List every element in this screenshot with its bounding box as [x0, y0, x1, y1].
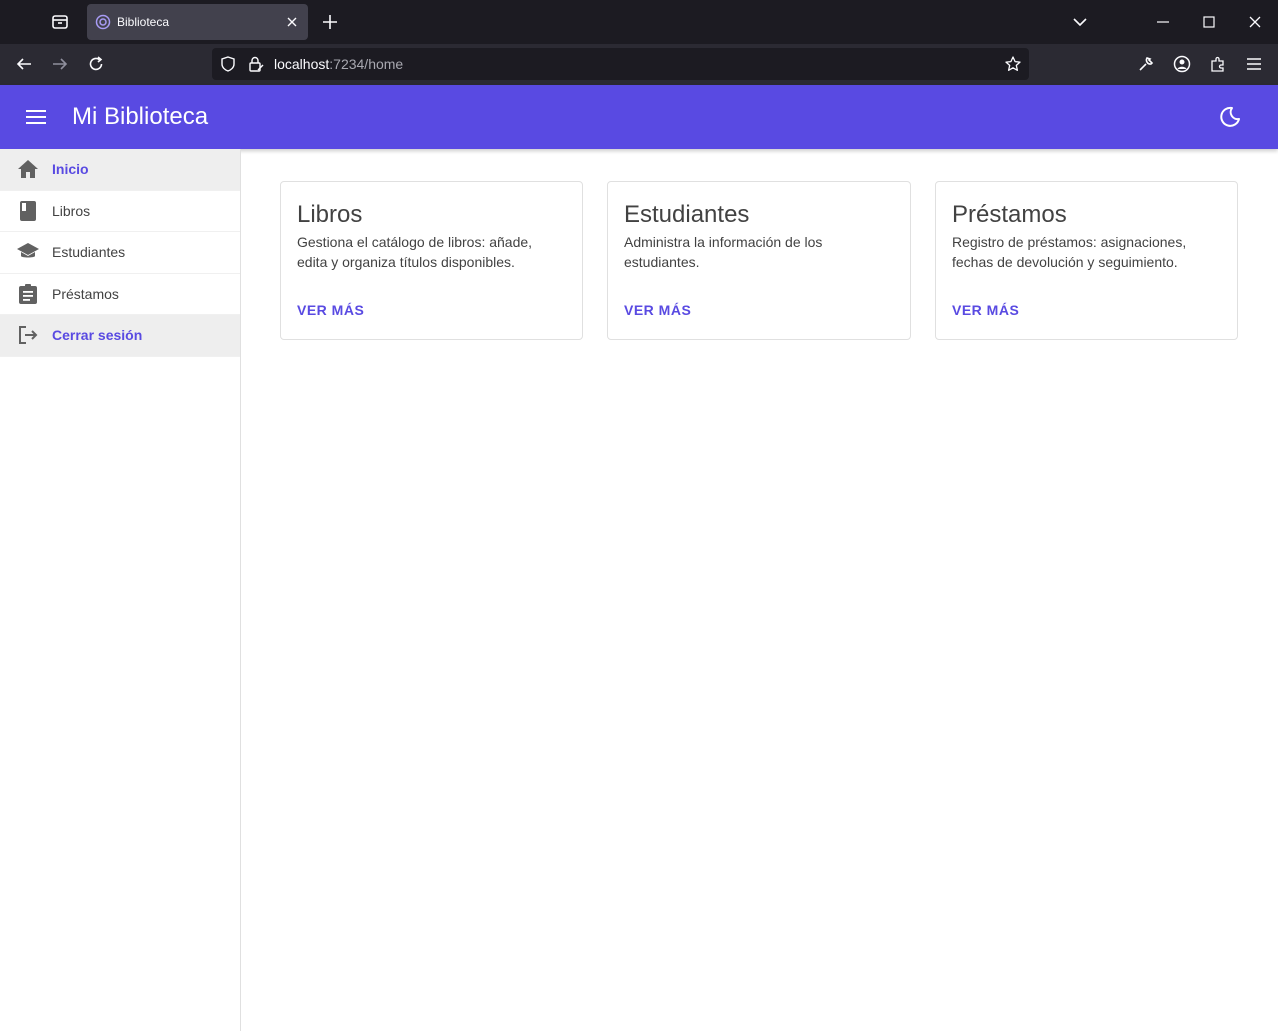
- card-estudiantes: Estudiantes Administra la información de…: [607, 181, 911, 340]
- clipboard-icon: [16, 282, 40, 306]
- forward-icon[interactable]: [44, 48, 76, 80]
- book-icon: [16, 199, 40, 223]
- minimize-icon[interactable]: [1140, 0, 1186, 44]
- home-icon: [16, 157, 40, 181]
- app-title: Mi Biblioteca: [72, 103, 209, 130]
- card-prestamos: Préstamos Registro de préstamos: asignac…: [935, 181, 1238, 340]
- back-icon[interactable]: [8, 48, 40, 80]
- wrench-icon[interactable]: [1130, 48, 1162, 80]
- lock-icon[interactable]: [242, 48, 270, 80]
- url-text[interactable]: localhost:7234/home: [274, 56, 997, 72]
- sidebar-item-label: Cerrar sesión: [52, 327, 143, 344]
- all-tabs-icon[interactable]: [44, 6, 76, 38]
- card-description: Registro de préstamos: asignaciones, fec…: [952, 234, 1187, 270]
- ver-mas-prestamos-button[interactable]: VER MÁS: [952, 302, 1019, 318]
- sidebar-item-libros[interactable]: Libros: [0, 191, 240, 232]
- sidebar-item-label: Préstamos: [52, 285, 119, 302]
- shield-icon[interactable]: [214, 48, 242, 80]
- account-icon[interactable]: [1166, 48, 1198, 80]
- sidebar-item-inicio[interactable]: Inicio: [0, 149, 240, 191]
- card-description: Gestiona el catálogo de libros: añade, e…: [297, 234, 533, 270]
- url-host: localhost: [274, 56, 330, 72]
- browser-tab[interactable]: Biblioteca: [87, 4, 308, 40]
- close-window-icon[interactable]: [1232, 0, 1278, 44]
- card-title: Estudiantes: [624, 201, 750, 228]
- card-title: Préstamos: [952, 201, 1067, 228]
- ver-mas-estudiantes-button[interactable]: VER MÁS: [624, 302, 691, 318]
- sidebar-item-label: Inicio: [52, 161, 89, 178]
- app-menu-icon[interactable]: [1238, 48, 1270, 80]
- maximize-icon[interactable]: [1186, 0, 1232, 44]
- address-bar[interactable]: localhost:7234/home: [212, 48, 1029, 80]
- card-title: Libros: [297, 201, 363, 228]
- app-bar: Mi Biblioteca: [0, 85, 1278, 149]
- sidebar-item-estudiantes[interactable]: Estudiantes: [0, 232, 240, 274]
- logout-icon: [16, 323, 40, 347]
- chevron-down-icon[interactable]: [1064, 6, 1096, 38]
- browser-tab-bar: Biblioteca: [0, 0, 1278, 44]
- bookmark-star-icon[interactable]: [997, 48, 1029, 80]
- sidebar-item-prestamos[interactable]: Préstamos: [0, 274, 240, 315]
- close-tab-icon[interactable]: [280, 10, 304, 34]
- card-description: Administra la información de los estudia…: [624, 234, 823, 270]
- url-path: :7234/home: [329, 56, 404, 72]
- sidebar-item-label: Estudiantes: [52, 244, 126, 261]
- sidebar: Inicio Libros Estudiantes Préstamos Cerr…: [0, 149, 241, 1031]
- reload-icon[interactable]: [80, 48, 112, 80]
- extensions-icon[interactable]: [1202, 48, 1234, 80]
- new-tab-icon[interactable]: [314, 6, 346, 38]
- tab-title: Biblioteca: [117, 15, 170, 29]
- card-libros: Libros Gestiona el catálogo de libros: a…: [280, 181, 583, 340]
- browser-nav-bar: localhost:7234/home: [0, 44, 1278, 85]
- school-icon: [16, 240, 40, 264]
- sidebar-item-cerrar-sesion[interactable]: Cerrar sesión: [0, 315, 240, 357]
- dark-mode-toggle-icon[interactable]: [1210, 97, 1250, 137]
- hamburger-menu-icon[interactable]: [16, 97, 56, 137]
- main-content: Libros Gestiona el catálogo de libros: a…: [241, 149, 1278, 1031]
- ver-mas-libros-button[interactable]: VER MÁS: [297, 302, 364, 318]
- favicon-icon: [95, 14, 111, 30]
- sidebar-item-label: Libros: [52, 202, 91, 219]
